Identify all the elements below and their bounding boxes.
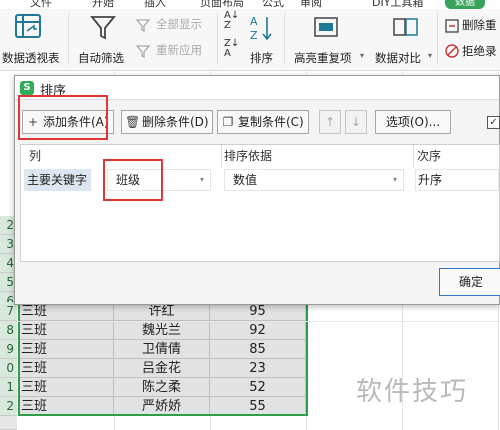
move-down-button[interactable]: ↓ xyxy=(345,110,367,134)
arrow-down-icon: ↓ xyxy=(350,115,362,129)
cell-score[interactable]: 55 xyxy=(210,397,306,416)
sort-column-select[interactable]: 班级 ▾ xyxy=(107,169,211,191)
svg-text:A: A xyxy=(250,15,258,28)
menu-insert[interactable]: 插入 xyxy=(144,0,166,9)
row-number[interactable]: 9 xyxy=(0,340,17,359)
dialog-toolbar: + 添加条件(A) 🗑 删除条件(D) ❐ 复制条件(C) ↑ ↓ 选项(O)... … xyxy=(15,95,500,142)
cell-name[interactable]: 魏光兰 xyxy=(114,321,210,340)
primary-key-label: 主要关键字 xyxy=(24,169,91,191)
menu-home[interactable]: 开始 xyxy=(92,0,114,9)
show-all-button[interactable]: 全部显示 xyxy=(156,16,202,32)
data-compare-button[interactable]: 数据对比 xyxy=(375,50,421,66)
reapply-icon xyxy=(135,45,151,59)
cell-name[interactable]: 严娇娇 xyxy=(114,397,210,416)
grid-line xyxy=(18,321,500,322)
cell-class[interactable]: 三班 xyxy=(18,359,114,378)
header-separator xyxy=(413,145,414,167)
highlight-duplicates-icon[interactable] xyxy=(313,15,341,41)
menu-formula[interactable]: 公式 xyxy=(262,0,284,9)
wps-logo-icon: S xyxy=(20,81,34,95)
cell-name[interactable]: 卫倩倩 xyxy=(114,340,210,359)
delete-duplicates-button[interactable]: 删除重 xyxy=(462,17,497,33)
row-number[interactable] xyxy=(0,416,17,430)
sort-order-value: 升序 xyxy=(418,173,443,187)
header-checkbox[interactable]: ✓ xyxy=(487,116,500,129)
ok-button[interactable]: 确定 xyxy=(439,268,500,296)
menu-bar: 文件 开始 插入 页面布局 公式 审阅 DIY工具箱 数据 xyxy=(0,0,500,9)
chevron-down-icon: ▾ xyxy=(392,175,397,184)
cell-class[interactable]: 三班 xyxy=(18,378,114,397)
cell-class[interactable]: 三班 xyxy=(18,321,114,340)
reject-duplicates-button[interactable]: 拒绝录 xyxy=(462,43,497,59)
auto-filter-button[interactable]: 自动筛选 xyxy=(78,50,124,66)
chevron-down-icon[interactable]: ▾ xyxy=(360,51,364,60)
copy-condition-button[interactable]: ❐ 复制条件(C) xyxy=(217,110,309,134)
data-compare-icon[interactable] xyxy=(392,15,420,41)
sort-descending-icon[interactable]: Z↓ A xyxy=(224,39,239,59)
reapply-button[interactable]: 重新应用 xyxy=(156,42,202,58)
chevron-down-icon[interactable]: ▾ xyxy=(428,51,432,60)
add-condition-label: 添加条件(A) xyxy=(43,115,109,129)
trash-icon: 🗑 xyxy=(125,115,141,129)
header-separator xyxy=(221,145,222,167)
plus-icon: + xyxy=(27,115,39,129)
watermark-text: 软件技巧 xyxy=(356,377,469,407)
delete-duplicates-icon xyxy=(445,19,459,33)
sort-icon[interactable]: A Z xyxy=(248,13,274,43)
filter-icon[interactable] xyxy=(90,14,116,42)
cell-class[interactable]: 三班 xyxy=(18,397,114,416)
copy-condition-label: 复制条件(C) xyxy=(238,115,304,129)
column-header-col: 列 xyxy=(29,149,42,163)
copy-icon: ❐ xyxy=(222,115,234,129)
cell-score[interactable]: 52 xyxy=(210,378,306,397)
sort-dialog: S 排序 + 添加条件(A) 🗑 删除条件(D) ❐ 复制条件(C) ↑ ↓ 选项(O… xyxy=(14,75,500,305)
cell-name[interactable]: 吕金花 xyxy=(114,359,210,378)
sort-button[interactable]: 排序 xyxy=(250,50,273,66)
row-number[interactable]: 8 xyxy=(0,321,17,340)
menu-file[interactable]: 文件 xyxy=(30,0,52,9)
cell-class[interactable]: 三班 xyxy=(18,340,114,359)
add-condition-button[interactable]: + 添加条件(A) xyxy=(22,110,114,134)
sort-column-value: 班级 xyxy=(116,173,141,187)
ribbon-separator xyxy=(68,13,69,65)
move-up-button[interactable]: ↑ xyxy=(319,110,341,134)
row-number[interactable]: 1 xyxy=(0,378,17,397)
chevron-down-icon: ▾ xyxy=(199,175,204,184)
options-button[interactable]: 选项(O)... xyxy=(375,110,451,134)
reject-duplicates-icon xyxy=(445,44,459,58)
dialog-title: 排序 xyxy=(40,84,67,99)
pivot-table-icon[interactable] xyxy=(14,13,44,41)
column-header-order: 次序 xyxy=(417,149,442,163)
ribbon-separator xyxy=(217,13,218,65)
delete-condition-label: 删除条件(D) xyxy=(142,115,209,129)
menu-data-active[interactable]: 数据 xyxy=(445,0,485,9)
pivot-table-button[interactable]: 数据透视表 xyxy=(2,50,60,66)
menu-review[interactable]: 审阅 xyxy=(300,0,322,9)
menu-diy-toolbox[interactable]: DIY工具箱 xyxy=(372,0,423,9)
delete-condition-button[interactable]: 🗑 删除条件(D) xyxy=(121,110,213,134)
dialog-title-bar[interactable]: S 排序 xyxy=(15,76,499,100)
arrow-up-icon: ↑ xyxy=(324,115,336,129)
svg-text:Z: Z xyxy=(250,29,258,42)
ribbon-toolbar: 数据透视表 自动筛选 全部显示 重新应用 A↓ Z Z↓ A A Z 排序 高亮重复… xyxy=(0,9,500,71)
show-all-icon xyxy=(135,19,151,33)
cell-score[interactable]: 92 xyxy=(210,321,306,340)
cell-score[interactable]: 85 xyxy=(210,340,306,359)
sort-order-select[interactable]: 升序 xyxy=(415,169,499,191)
highlight-duplicates-button[interactable]: 高亮重复项 xyxy=(294,50,352,66)
ribbon-separator xyxy=(284,13,285,65)
menu-page-layout[interactable]: 页面布局 xyxy=(200,0,244,9)
sort-conditions-table: 列 排序依据 次序 主要关键字 班级 ▾ 数值 ▾ 升序 xyxy=(20,144,500,262)
cell-score[interactable]: 23 xyxy=(210,359,306,378)
row-number[interactable]: 2 xyxy=(0,397,17,416)
sort-ascending-icon[interactable]: A↓ Z xyxy=(224,11,239,31)
sort-basis-select[interactable]: 数值 ▾ xyxy=(224,169,404,191)
column-header-basis: 排序依据 xyxy=(224,149,273,163)
dialog-footer: 确定 xyxy=(15,262,500,304)
cell-name[interactable]: 陈之柔 xyxy=(114,378,210,397)
sort-basis-value: 数值 xyxy=(233,173,258,187)
ribbon-separator xyxy=(437,13,438,65)
row-number[interactable]: 0 xyxy=(0,359,17,378)
